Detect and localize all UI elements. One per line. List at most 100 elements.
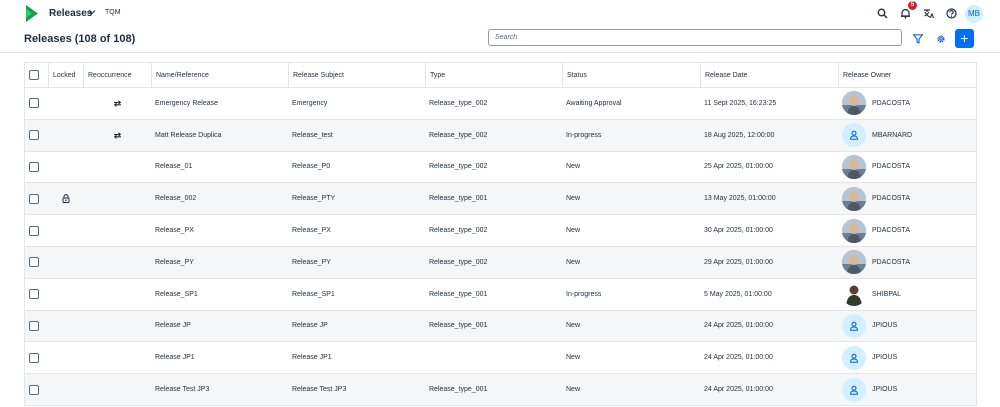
owner-cell: PDACOSTA bbox=[838, 88, 976, 119]
select-all-checkbox[interactable] bbox=[29, 70, 39, 80]
name-cell[interactable]: Emergency Release bbox=[151, 88, 288, 119]
reoccurrence-cell bbox=[83, 247, 151, 278]
date-cell: 24 Apr 2025, 01:00:00 bbox=[704, 386, 773, 394]
recurring-icon bbox=[113, 100, 121, 107]
row-checkbox[interactable] bbox=[29, 130, 39, 141]
table-row[interactable]: Release JP Release JP Release_type_001 N… bbox=[25, 310, 976, 343]
owner-avatar bbox=[842, 313, 866, 338]
owner-name: JPIOUS bbox=[872, 386, 898, 394]
status-cell: New bbox=[566, 195, 581, 203]
name-cell[interactable]: Release JP1 bbox=[151, 342, 288, 373]
help-icon[interactable] bbox=[946, 8, 957, 19]
table-row[interactable]: Release_PY Release_PY Release_type_002 N… bbox=[25, 246, 976, 279]
column-header-reoccurrence[interactable]: Reoccurrence bbox=[83, 63, 151, 87]
name-cell[interactable]: Release_PY bbox=[151, 247, 288, 278]
column-header-status[interactable]: Status bbox=[562, 63, 700, 87]
row-checkbox[interactable] bbox=[29, 98, 39, 109]
table-row[interactable]: Release_PX Release_PX Release_type_002 N… bbox=[25, 215, 976, 247]
table-row[interactable]: Release_002 Release_PTY Release_type_001… bbox=[25, 183, 976, 216]
table-row[interactable]: Release JP1 Release JP1 New 24 Apr 2025,… bbox=[25, 342, 976, 375]
owner-cell: PDACOSTA bbox=[838, 247, 976, 278]
table-row[interactable]: Release_SP1 Release_SP1 Release_type_001… bbox=[25, 278, 976, 311]
date-cell: 18 Aug 2025, 12:00:00 bbox=[704, 131, 775, 139]
owner-avatar bbox=[842, 282, 866, 307]
status-cell: New bbox=[566, 163, 581, 171]
status-cell: In-progress bbox=[566, 290, 602, 298]
name-cell[interactable]: Matt Release Duplica bbox=[151, 120, 288, 151]
name-cell[interactable]: Release_PX bbox=[151, 215, 288, 246]
owner-avatar bbox=[842, 377, 866, 402]
column-header-date[interactable]: Release Date bbox=[700, 63, 838, 87]
name-cell[interactable]: Release_SP1 bbox=[151, 279, 288, 310]
column-header-type[interactable]: Type bbox=[425, 63, 562, 87]
reoccurrence-cell bbox=[83, 279, 151, 310]
type-cell: Release_type_002 bbox=[429, 99, 488, 107]
row-checkbox[interactable] bbox=[29, 193, 39, 204]
locked-cell bbox=[48, 247, 83, 278]
owner-name: MBARNARD bbox=[872, 131, 913, 139]
row-checkbox[interactable] bbox=[29, 289, 39, 300]
chevron-down-icon[interactable] bbox=[88, 8, 96, 16]
person-icon bbox=[849, 353, 859, 363]
search-input[interactable] bbox=[488, 29, 902, 46]
user-photo-icon bbox=[842, 154, 866, 179]
user-photo-icon bbox=[842, 91, 866, 116]
row-checkbox[interactable] bbox=[29, 320, 39, 331]
recurring-icon bbox=[113, 132, 121, 139]
row-checkbox[interactable] bbox=[29, 161, 39, 172]
row-select-cell bbox=[25, 279, 48, 310]
name-cell[interactable]: Release_002 bbox=[151, 183, 288, 214]
name-cell[interactable]: Release Test JP3 bbox=[151, 374, 288, 405]
table-row[interactable]: Release_01 Release_P0 Release_type_002 N… bbox=[25, 151, 976, 184]
search-icon[interactable] bbox=[877, 8, 888, 19]
column-header-name[interactable]: Name/Reference bbox=[151, 63, 288, 87]
row-select-cell bbox=[25, 247, 48, 278]
subject-cell: Release JP1 bbox=[292, 354, 332, 362]
row-checkbox[interactable] bbox=[29, 225, 39, 236]
reoccurrence-cell bbox=[83, 342, 151, 373]
owner-name: JPIOUS bbox=[872, 354, 898, 362]
row-checkbox[interactable] bbox=[29, 257, 39, 268]
date-cell: 29 Apr 2025, 01:00:00 bbox=[704, 258, 773, 266]
reoccurrence-cell bbox=[83, 88, 151, 119]
owner-name: PDACOSTA bbox=[872, 163, 910, 171]
app-title[interactable]: Releases bbox=[49, 8, 92, 19]
row-checkbox[interactable] bbox=[29, 352, 39, 363]
notification-badge: 5 bbox=[908, 1, 917, 10]
row-select-cell bbox=[25, 120, 48, 151]
user-photo-icon bbox=[842, 282, 866, 307]
settings-gear-icon[interactable] bbox=[936, 34, 946, 44]
owner-name: PDACOSTA bbox=[872, 258, 910, 266]
type-cell: Release_type_001 bbox=[429, 290, 488, 298]
column-header-locked[interactable]: Locked bbox=[48, 63, 83, 87]
person-icon bbox=[849, 321, 859, 331]
select-all-cell bbox=[25, 63, 48, 87]
locked-cell bbox=[48, 374, 83, 405]
owner-name: PDACOSTA bbox=[872, 227, 910, 235]
row-checkbox[interactable] bbox=[29, 384, 39, 395]
locked-cell bbox=[48, 88, 83, 119]
user-avatar[interactable]: MB bbox=[965, 5, 983, 23]
table-row[interactable]: Emergency Release Emergency Release_type… bbox=[25, 88, 976, 120]
filter-icon[interactable] bbox=[913, 34, 923, 44]
app-logo-icon[interactable] bbox=[26, 5, 38, 22]
owner-name: JPIOUS bbox=[872, 322, 898, 330]
subject-cell: Emergency bbox=[292, 99, 328, 107]
type-cell: Release_type_001 bbox=[429, 195, 488, 203]
owner-avatar bbox=[842, 250, 866, 275]
table-row[interactable]: Release Test JP3 Release Test JP3 Releas… bbox=[25, 374, 976, 406]
column-header-subject[interactable]: Release Subject bbox=[288, 63, 425, 87]
add-release-button[interactable]: + bbox=[955, 29, 974, 48]
name-cell[interactable]: Release JP bbox=[151, 311, 288, 342]
name-cell[interactable]: Release_01 bbox=[151, 152, 288, 183]
column-header-owner[interactable]: Release Owner bbox=[838, 63, 976, 87]
table-row[interactable]: Matt Release Duplica Release_test Releas… bbox=[25, 119, 976, 152]
subject-cell: Release_test bbox=[292, 131, 333, 139]
person-icon bbox=[849, 385, 859, 395]
subject-cell: Release_PTY bbox=[292, 195, 336, 203]
type-cell: Release_type_002 bbox=[429, 163, 488, 171]
user-photo-icon bbox=[842, 186, 866, 211]
translate-icon[interactable] bbox=[923, 8, 934, 19]
subject-cell: Release Test JP3 bbox=[292, 386, 347, 394]
bell-icon[interactable] bbox=[900, 8, 911, 19]
